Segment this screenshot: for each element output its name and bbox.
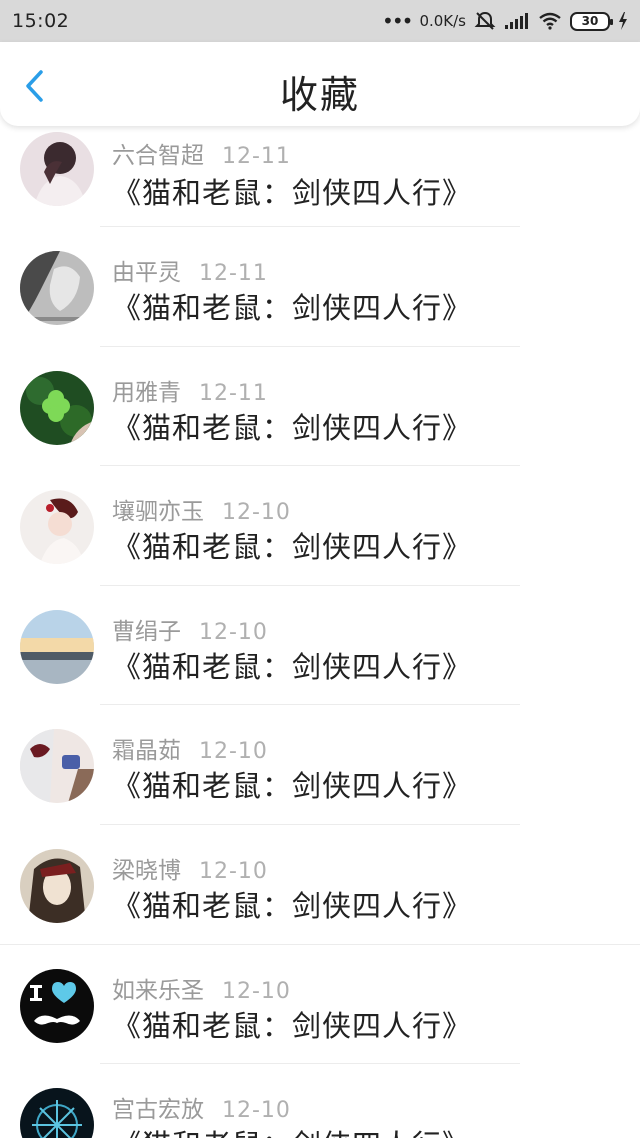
status-time: 15:02 xyxy=(12,10,70,32)
list-item[interactable]: 六合智超 12-11 《猫和老鼠：剑侠四人行》 xyxy=(0,126,640,227)
signal-icon xyxy=(504,12,530,30)
avatar xyxy=(20,609,94,684)
item-title: 《猫和老鼠：剑侠四人行》 xyxy=(112,649,473,684)
item-title: 《猫和老鼠：剑侠四人行》 xyxy=(112,530,473,565)
item-date: 12-11 xyxy=(222,144,291,169)
avatar xyxy=(20,251,94,325)
author-name: 霜晶茹 xyxy=(112,738,181,765)
author-name: 如来乐圣 xyxy=(112,977,204,1004)
avatar xyxy=(20,848,94,923)
favorites-list: 六合智超 12-11 《猫和老鼠：剑侠四人行》 由平灵 12-11 《猫和老鼠：… xyxy=(0,126,640,1138)
author-name: 曹绢子 xyxy=(112,618,181,645)
item-title: 《猫和老鼠：剑侠四人行》 xyxy=(112,176,473,210)
list-item[interactable]: 由平灵 12-11 《猫和老鼠：剑侠四人行》 xyxy=(0,227,640,347)
item-title: 《猫和老鼠：剑侠四人行》 xyxy=(112,888,473,923)
list-item[interactable]: 如来乐圣 12-10 《猫和老鼠：剑侠四人行》 xyxy=(0,945,640,1065)
list-item[interactable]: 宫古宏放 12-10 《猫和老鼠：剑侠四人行》 xyxy=(0,1064,640,1138)
status-indicators: ••• 0.0K/s 30 xyxy=(382,10,628,32)
avatar xyxy=(20,968,94,1043)
item-date: 12-10 xyxy=(199,858,268,884)
item-title: 《猫和老鼠：剑侠四人行》 xyxy=(112,410,473,445)
status-bar: 15:02 ••• 0.0K/s 30 xyxy=(0,0,640,42)
charging-icon xyxy=(618,12,628,30)
author-name: 由平灵 xyxy=(112,260,181,286)
more-dots-icon: ••• xyxy=(382,9,413,33)
avatar xyxy=(20,1088,94,1138)
item-title: 《猫和老鼠：剑侠四人行》 xyxy=(112,291,473,325)
item-date: 12-11 xyxy=(199,380,268,406)
list-item[interactable]: 梁晓博 12-10 《猫和老鼠：剑侠四人行》 xyxy=(0,825,640,945)
avatar xyxy=(20,729,94,804)
avatar xyxy=(20,370,94,445)
author-name: 宫古宏放 xyxy=(112,1097,204,1124)
author-name: 六合智超 xyxy=(112,143,204,169)
item-title: 《猫和老鼠：剑侠四人行》 xyxy=(112,769,473,804)
item-date: 12-10 xyxy=(222,1098,291,1124)
list-item[interactable]: 壤驷亦玉 12-10 《猫和老鼠：剑侠四人行》 xyxy=(0,466,640,586)
network-speed: 0.0K/s xyxy=(419,12,466,30)
author-name: 用雅青 xyxy=(112,379,181,406)
item-title: 《猫和老鼠：剑侠四人行》 xyxy=(112,1008,473,1043)
item-date: 12-11 xyxy=(199,261,268,286)
list-item[interactable]: 用雅青 12-11 《猫和老鼠：剑侠四人行》 xyxy=(0,347,640,467)
page-title: 收藏 xyxy=(279,73,360,117)
item-title: 《猫和老鼠：剑侠四人行》 xyxy=(112,1122,472,1138)
list-item[interactable]: 曹绢子 12-10 《猫和老鼠：剑侠四人行》 xyxy=(0,586,640,706)
author-name: 壤驷亦玉 xyxy=(112,499,204,526)
list-item[interactable]: 霜晶茹 12-10 《猫和老鼠：剑侠四人行》 xyxy=(0,705,640,825)
header-bar: 收藏 xyxy=(0,42,640,126)
item-date: 12-10 xyxy=(222,978,291,1004)
wifi-icon xyxy=(538,12,562,30)
alarm-off-icon xyxy=(474,10,496,32)
avatar xyxy=(20,132,94,206)
item-date: 12-10 xyxy=(222,500,291,526)
favorites-screen: 15:02 ••• 0.0K/s 30 收藏 六合智超 12-11 《猫和老鼠：… xyxy=(0,0,640,1138)
battery-indicator: 30 xyxy=(570,11,613,31)
item-date: 12-10 xyxy=(199,739,268,765)
avatar xyxy=(20,490,94,565)
author-name: 梁晓博 xyxy=(112,857,181,884)
item-date: 12-10 xyxy=(199,619,268,645)
